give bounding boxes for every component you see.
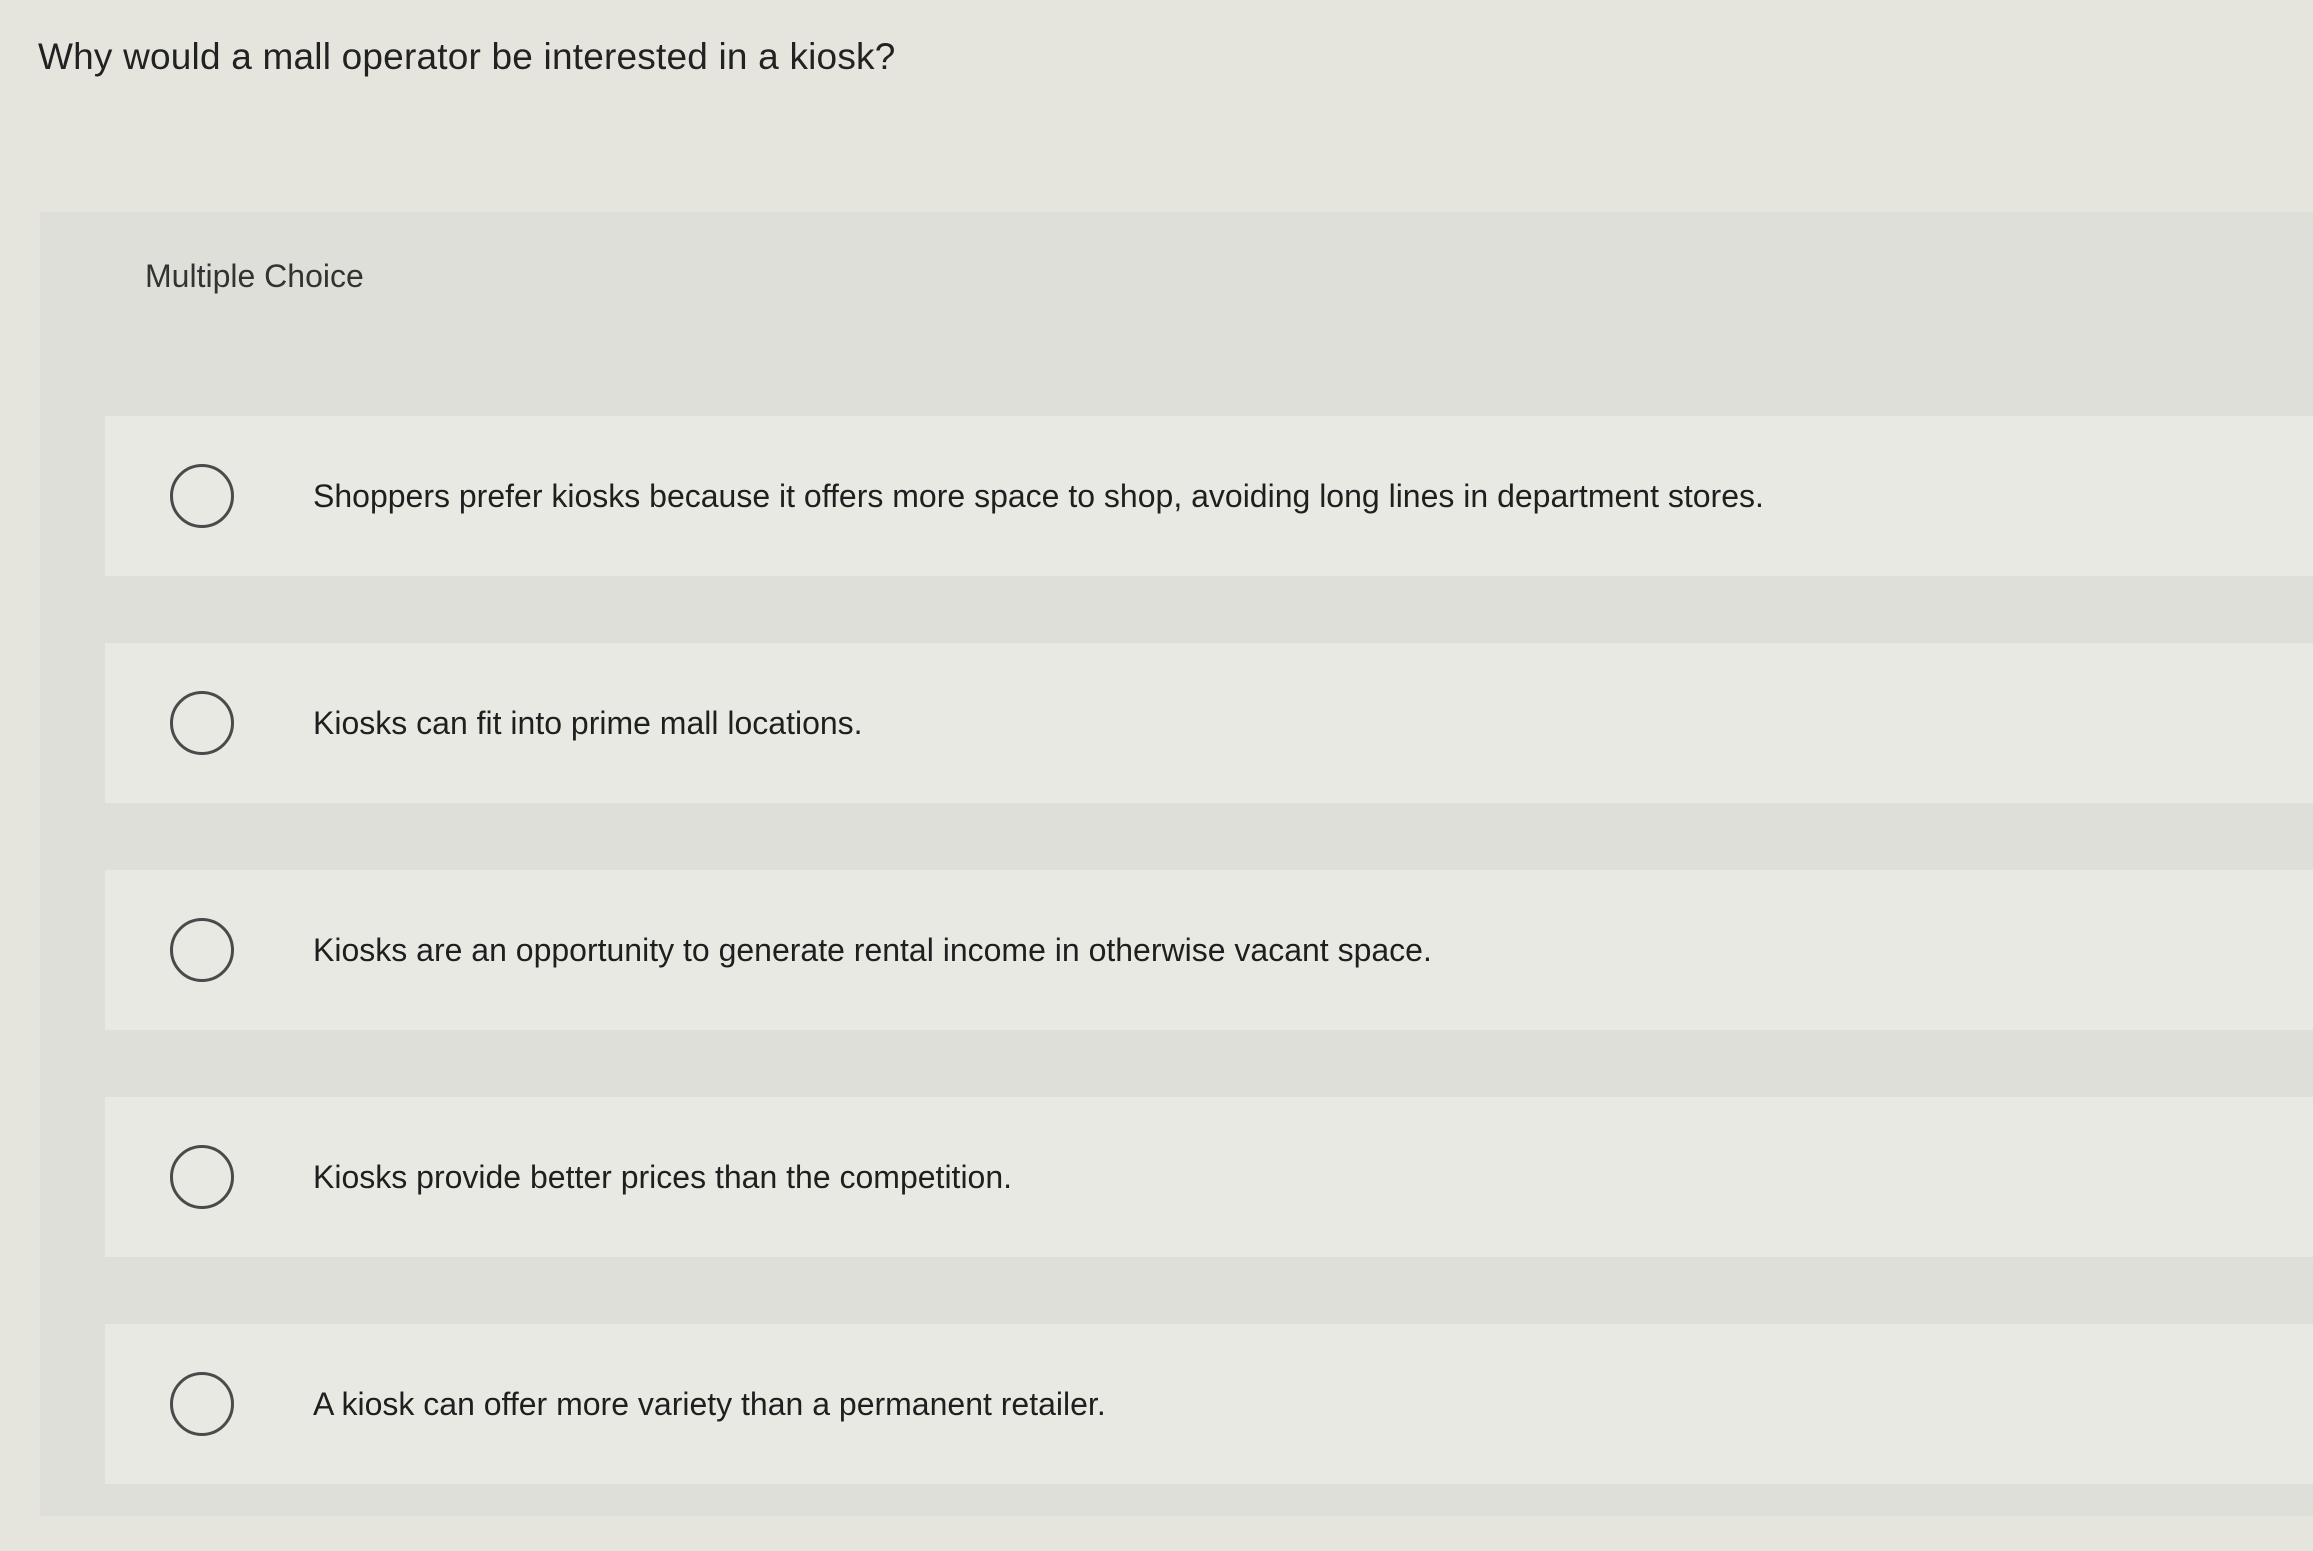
option-4[interactable]: Kiosks provide better prices than the co… <box>105 1097 2313 1257</box>
option-label-4: Kiosks provide better prices than the co… <box>313 1158 1013 1195</box>
radio-button-1[interactable] <box>170 464 234 528</box>
option-label-3: Kiosks are an opportunity to generate re… <box>313 931 1432 968</box>
option-5[interactable]: A kiosk can offer more variety than a pe… <box>105 1324 2313 1484</box>
question-text: Why would a mall operator be interested … <box>38 36 896 77</box>
option-label-2: Kiosks can fit into prime mall locations… <box>313 704 863 741</box>
question-type-label: Multiple Choice <box>145 258 364 294</box>
options-list: Shoppers prefer kiosks because it offers… <box>105 416 2313 1551</box>
radio-button-5[interactable] <box>170 1372 234 1436</box>
option-1[interactable]: Shoppers prefer kiosks because it offers… <box>105 416 2313 576</box>
option-label-1: Shoppers prefer kiosks because it offers… <box>313 477 1764 514</box>
option-label-5: A kiosk can offer more variety than a pe… <box>313 1385 1106 1422</box>
option-3[interactable]: Kiosks are an opportunity to generate re… <box>105 870 2313 1030</box>
radio-button-3[interactable] <box>170 918 234 982</box>
radio-button-4[interactable] <box>170 1145 234 1209</box>
option-2[interactable]: Kiosks can fit into prime mall locations… <box>105 643 2313 803</box>
radio-button-2[interactable] <box>170 691 234 755</box>
